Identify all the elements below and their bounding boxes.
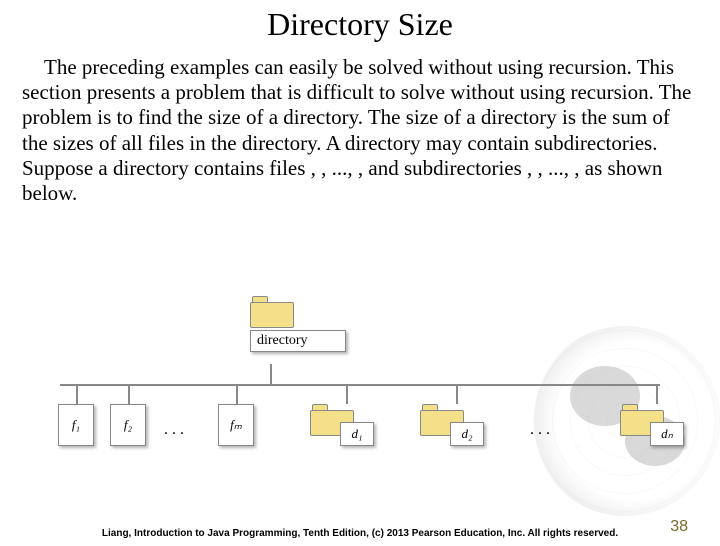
connector-line bbox=[456, 384, 458, 404]
connector-line bbox=[270, 364, 272, 384]
folder-icon bbox=[250, 296, 294, 328]
body-paragraph: The preceding examples can easily be sol… bbox=[22, 55, 698, 206]
subdirectory-label: d₁ bbox=[340, 422, 374, 446]
page-number: 38 bbox=[670, 518, 688, 536]
file-node: f₁ bbox=[58, 404, 94, 446]
connector-line bbox=[656, 384, 658, 404]
connector-line bbox=[76, 384, 78, 404]
connector-line bbox=[236, 384, 238, 404]
copyright-footer: Liang, Introduction to Java Programming,… bbox=[0, 528, 720, 540]
file-node: fₘ bbox=[218, 404, 254, 446]
ellipsis: . . . bbox=[530, 421, 550, 439]
file-label: f₁ bbox=[58, 404, 94, 446]
connector-line bbox=[60, 384, 660, 386]
root-directory-node: directory bbox=[250, 296, 350, 352]
subdirectory-label: dₙ bbox=[650, 422, 684, 446]
connector-line bbox=[346, 384, 348, 404]
ellipsis: . . . bbox=[164, 421, 184, 439]
file-label: fₘ bbox=[218, 404, 254, 446]
slide-title: Directory Size bbox=[0, 6, 720, 43]
connector-line bbox=[128, 384, 130, 404]
directory-tree-diagram: directory f₁ f₂ . . . fₘ d₁ d₂ . . . dₙ bbox=[40, 286, 680, 486]
root-directory-label: directory bbox=[250, 330, 346, 352]
subdirectory-label: d₂ bbox=[450, 422, 484, 446]
file-node: f₂ bbox=[110, 404, 146, 446]
file-label: f₂ bbox=[110, 404, 146, 446]
